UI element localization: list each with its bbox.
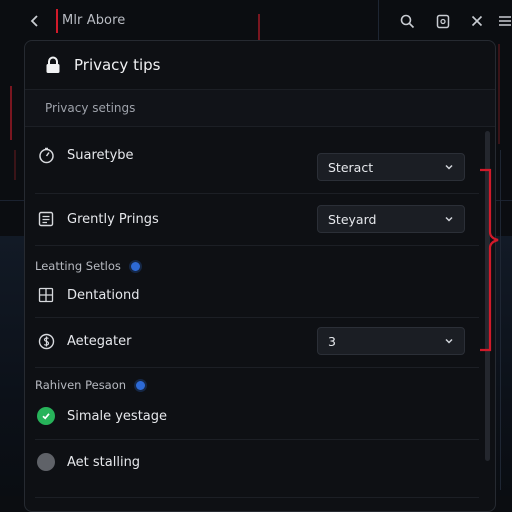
toggle-on[interactable] — [37, 407, 55, 425]
info-icon[interactable] — [136, 380, 146, 390]
screen: Mlr Abore Privacy tips Privacy setings S… — [0, 0, 512, 512]
toggle-label: Simale yestage — [67, 408, 168, 424]
panel-header: Privacy tips — [25, 41, 495, 89]
group-heading: Leatting Setlos — [35, 259, 140, 273]
row-divider — [35, 193, 479, 194]
document-icon — [37, 210, 55, 228]
menu-icon — [499, 16, 511, 26]
toggle-off[interactable] — [37, 453, 55, 471]
search-icon — [400, 14, 414, 28]
setting-label: Dentationd — [67, 287, 140, 303]
setting-select[interactable]: Steract — [317, 153, 465, 181]
chevron-down-icon — [445, 164, 453, 170]
select-value: Steyard — [328, 211, 377, 227]
setting-label: Grently Prings — [67, 211, 159, 227]
check-icon — [37, 407, 55, 425]
setting-row[interactable]: Dentationd — [37, 283, 477, 307]
toggle-label: Aet stalling — [67, 454, 141, 470]
chevron-left-icon — [30, 15, 38, 27]
background-candle — [10, 86, 12, 140]
close-button[interactable] — [466, 10, 488, 32]
row-divider — [35, 497, 479, 498]
setting-label: Suaretybe — [67, 147, 134, 163]
bracket-annotation — [480, 168, 499, 352]
privacy-panel: Privacy tips Privacy setings Suaretybe S… — [24, 40, 496, 512]
setting-label: Aetegater — [67, 333, 132, 349]
setting-select[interactable]: 3 — [317, 327, 465, 355]
row-divider — [35, 317, 479, 318]
top-bar: Mlr Abore — [0, 0, 512, 40]
group-heading-text: Leatting Setlos — [35, 259, 121, 273]
toggle-row[interactable]: Aet stalling — [37, 450, 477, 474]
group-heading-text: Rahiven Pesaon — [35, 378, 127, 392]
clipboard-button[interactable] — [432, 10, 454, 32]
app-title: Mlr Abore — [62, 13, 126, 28]
toggle-row[interactable]: Simale yestage — [37, 404, 477, 428]
grid-icon — [37, 286, 55, 304]
search-button[interactable] — [396, 10, 418, 32]
panel-title: Privacy tips — [74, 56, 161, 74]
background-candle — [498, 44, 500, 144]
select-value: Steract — [328, 159, 374, 175]
background-candle — [14, 150, 16, 180]
info-icon[interactable] — [130, 261, 140, 271]
close-icon — [471, 15, 483, 27]
section-label: Privacy setings — [45, 101, 136, 115]
chevron-down-icon — [445, 216, 453, 222]
section-header: Privacy setings — [25, 89, 495, 127]
timer-icon — [37, 146, 55, 164]
row-divider — [35, 245, 479, 246]
select-value: 3 — [328, 333, 336, 349]
clipboard-icon — [436, 14, 450, 28]
back-button[interactable] — [24, 10, 46, 32]
row-divider — [35, 367, 479, 368]
group-heading: Rahiven Pesaon — [35, 378, 146, 392]
circle-icon — [37, 453, 55, 471]
menu-button[interactable] — [498, 10, 512, 32]
chevron-down-icon — [445, 338, 453, 344]
accent-line — [56, 9, 58, 33]
currency-icon — [37, 332, 55, 350]
lock-icon — [46, 56, 60, 73]
row-divider — [35, 439, 479, 440]
setting-select[interactable]: Steyard — [317, 205, 465, 233]
